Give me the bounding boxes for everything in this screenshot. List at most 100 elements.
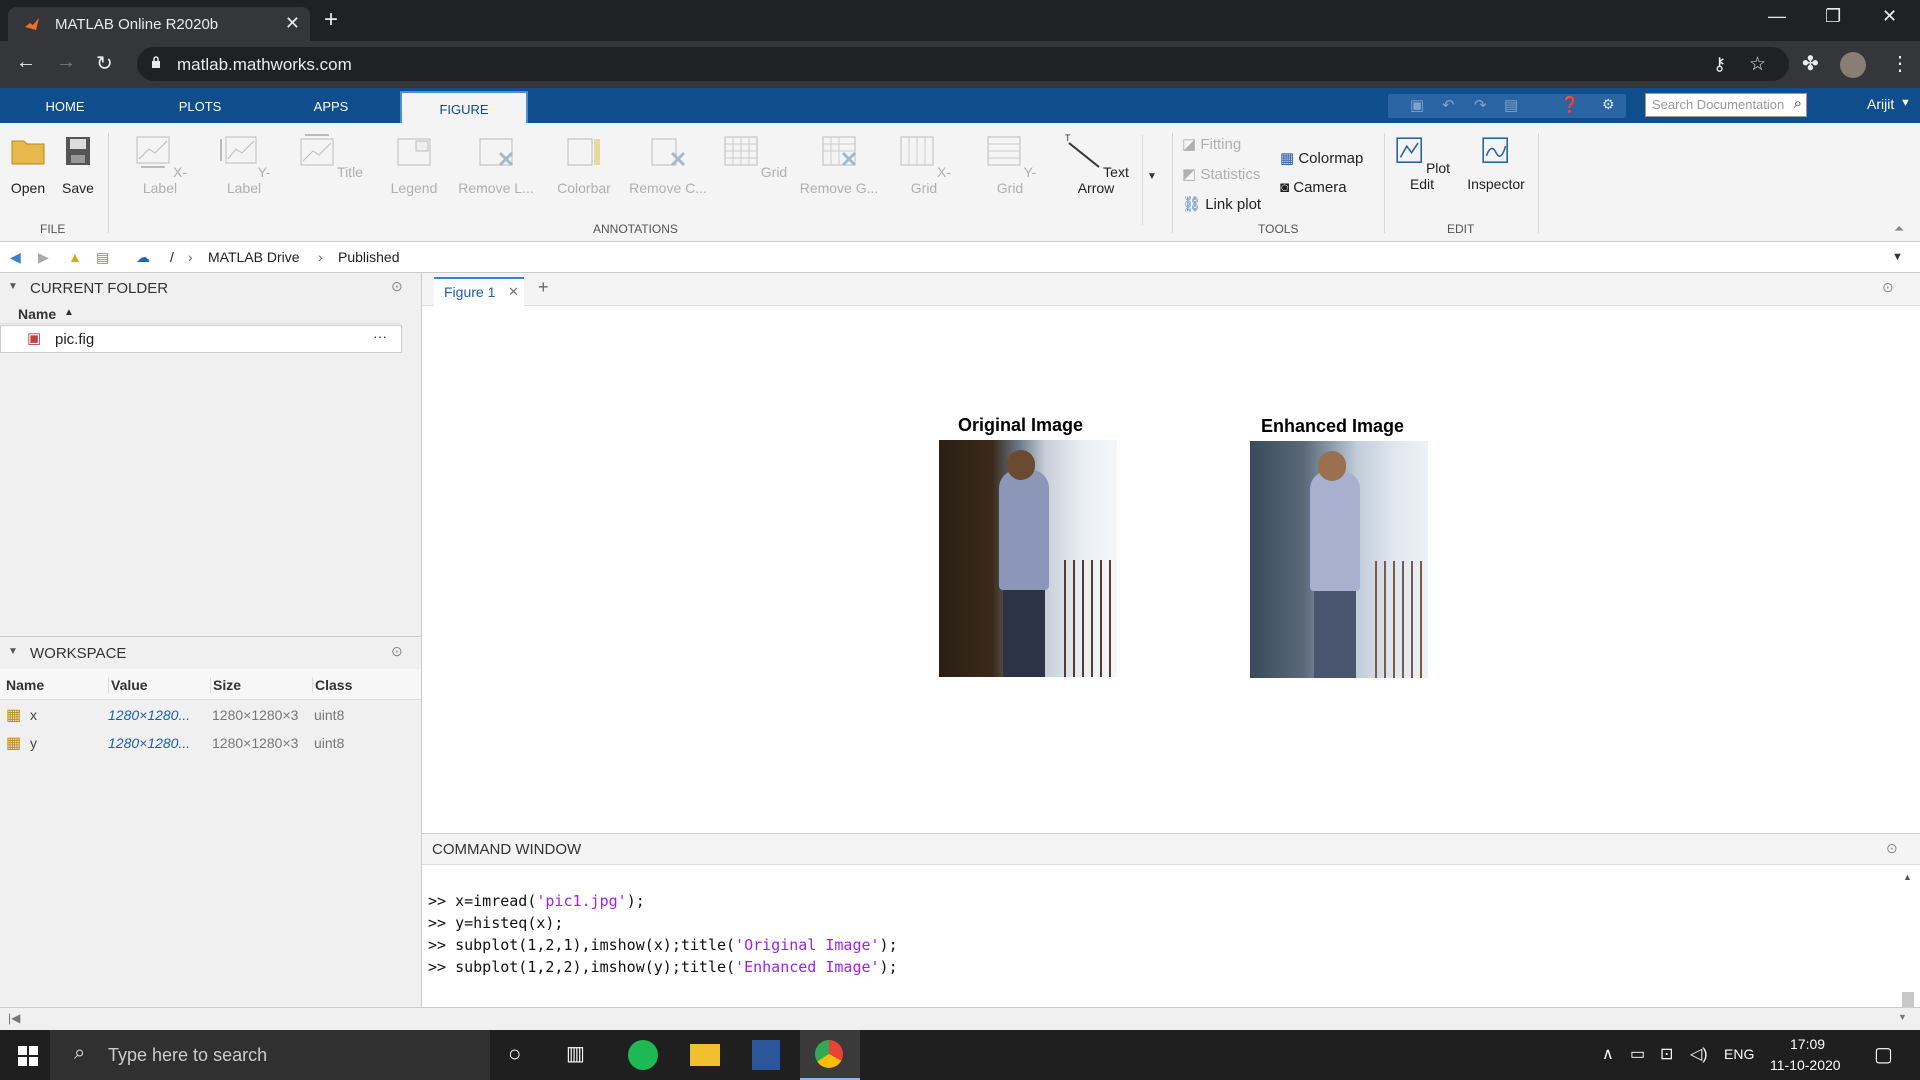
chrome-menu-icon[interactable]: ⋮ [1890, 51, 1910, 76]
chevron-down-icon[interactable]: ▼ [1900, 97, 1911, 109]
path-crumb-matlab-drive[interactable]: MATLAB Drive [208, 249, 300, 265]
panel-divider[interactable] [0, 636, 421, 637]
y-grid-button[interactable]: Y-Grid [974, 131, 1046, 196]
colormap-button[interactable]: ▦ Colormap [1280, 149, 1363, 167]
layout-icon[interactable]: ▤ [1504, 96, 1518, 114]
remove-colorbar-button[interactable]: Remove C... [626, 131, 710, 196]
tab-apps[interactable]: APPS [286, 88, 376, 123]
column-size[interactable]: Size [210, 677, 241, 693]
command-output[interactable]: >> x=imread('pic1.jpg'); >> y=histeq(x);… [428, 892, 1888, 1012]
save-button[interactable]: Save [56, 131, 100, 196]
browse-folder-icon[interactable]: ▤ [96, 249, 109, 266]
chrome-taskbar-button[interactable] [800, 1030, 860, 1080]
add-figure-button[interactable]: + [538, 277, 549, 298]
clock-time[interactable]: 17:09 [1790, 1036, 1825, 1052]
word-icon[interactable] [752, 1040, 780, 1070]
panel-menu-icon[interactable]: ⊙ [391, 278, 403, 295]
camera-button[interactable]: ◙ Camera [1280, 179, 1347, 196]
workspace-header[interactable]: ▼ WORKSPACE ⊙ [0, 638, 421, 668]
more-actions-icon[interactable]: ··· [373, 328, 387, 344]
column-class[interactable]: Class [312, 677, 352, 693]
path-dropdown-icon[interactable]: ▼ [1892, 251, 1903, 263]
panel-menu-icon[interactable]: ⊙ [391, 643, 403, 660]
forward-arrow-icon[interactable]: ▶ [38, 249, 49, 266]
cortana-icon[interactable]: ○ [508, 1041, 521, 1067]
chevron-up-icon[interactable]: ∧ [1602, 1044, 1614, 1064]
help-icon[interactable]: ❓ [1560, 95, 1580, 115]
settings-icon[interactable]: ⚙ [1602, 96, 1615, 113]
column-value[interactable]: Value [108, 677, 148, 693]
close-tab-icon[interactable]: ✕ [285, 13, 300, 34]
scroll-down-icon[interactable]: ▼ [1898, 1012, 1907, 1022]
close-icon[interactable]: ✕ [508, 284, 519, 300]
column-name[interactable]: Name [18, 306, 56, 322]
remove-grid-button[interactable]: Remove G... [796, 131, 882, 196]
spotify-icon[interactable] [628, 1040, 658, 1070]
collapse-triangle-icon[interactable]: ▼ [8, 646, 18, 657]
tab-plots[interactable]: PLOTS [155, 88, 245, 123]
path-crumb-published[interactable]: Published [338, 249, 400, 265]
column-name[interactable]: Name [6, 677, 44, 693]
bookmark-star-icon[interactable]: ☆ [1749, 53, 1766, 76]
legend-button[interactable]: Legend [378, 131, 450, 196]
save-icon[interactable]: ▣ [1410, 96, 1424, 114]
close-window-button[interactable]: ✕ [1882, 6, 1897, 27]
remove-legend-button[interactable]: Remove L... [456, 131, 536, 196]
text-arrow-button[interactable]: T Text Arrow [1054, 131, 1138, 196]
task-view-icon[interactable]: ▥ [566, 1041, 585, 1066]
inspector-button[interactable]: Inspector [1462, 135, 1530, 192]
scroll-up-icon[interactable]: ▲ [1903, 872, 1912, 882]
battery-icon[interactable]: ▭ [1630, 1044, 1645, 1064]
x-label-button[interactable]: X-Label [124, 131, 196, 196]
folder-column-header[interactable]: Name ▲ [0, 303, 400, 324]
back-arrow-icon[interactable]: ◀ [10, 249, 21, 266]
windows-start-icon[interactable] [18, 1046, 38, 1066]
user-menu[interactable]: Arijit [1867, 96, 1894, 112]
path-root[interactable]: / [170, 249, 174, 265]
panel-menu-icon[interactable]: ⊙ [1882, 279, 1894, 296]
fitting-button[interactable]: ◪ Fitting [1182, 135, 1241, 153]
undo-icon[interactable]: ↶ [1442, 96, 1455, 114]
address-bar[interactable]: matlab.mathworks.com ⚷ ☆ [137, 47, 1789, 81]
search-documentation-input[interactable]: Search Documentation ⌕ [1645, 93, 1807, 117]
tab-figure[interactable]: FIGURE [400, 91, 528, 123]
forward-icon[interactable]: → [56, 51, 76, 74]
cloud-drive-icon[interactable]: ☁ [136, 249, 150, 266]
back-icon[interactable]: ← [16, 51, 36, 74]
volume-icon[interactable]: ◁) [1690, 1044, 1708, 1064]
y-label-button[interactable]: Y-Label [208, 131, 280, 196]
extensions-icon[interactable]: ✤ [1802, 51, 1819, 76]
clock-date[interactable]: 11-10-2020 [1770, 1057, 1841, 1073]
gallery-expand-button[interactable]: ▼ [1142, 135, 1161, 225]
tab-home[interactable]: HOME [20, 88, 110, 123]
profile-avatar[interactable] [1840, 52, 1866, 78]
file-explorer-icon[interactable] [690, 1044, 720, 1066]
reload-icon[interactable]: ↻ [96, 51, 113, 76]
tab-figure-1[interactable]: Figure 1 ✕ [434, 277, 524, 307]
notifications-icon[interactable]: ▢ [1874, 1042, 1893, 1067]
search-icon[interactable]: ⌕ [1794, 95, 1802, 112]
current-folder-header[interactable]: ▼ CURRENT FOLDER ⊙ [0, 273, 421, 303]
new-tab-button[interactable]: + [324, 6, 338, 34]
colorbar-button[interactable]: Colorbar [548, 131, 620, 196]
collapse-toolstrip-icon[interactable]: ⏶ [1894, 221, 1904, 237]
panel-menu-icon[interactable]: ⊙ [1886, 840, 1898, 857]
language-indicator[interactable]: ENG [1724, 1046, 1754, 1062]
statistics-button[interactable]: ◩ Statistics [1182, 165, 1260, 183]
table-row[interactable]: ▦ y 1280×1280... 1280×1280×3 uint8 [0, 731, 421, 755]
table-row[interactable]: ▦ x 1280×1280... 1280×1280×3 uint8 [0, 703, 421, 727]
x-grid-button[interactable]: X-Grid [888, 131, 960, 196]
browser-tab[interactable]: MATLAB Online R2020b ✕ [8, 7, 310, 41]
status-collapse-icon[interactable]: |◀ [8, 1011, 20, 1025]
grid-button[interactable]: Grid [718, 131, 790, 180]
minimize-button[interactable]: — [1768, 6, 1786, 27]
title-button[interactable]: Title [294, 131, 366, 180]
network-icon[interactable]: ⊡ [1660, 1044, 1673, 1064]
up-folder-icon[interactable]: ▲ [68, 249, 82, 265]
key-icon[interactable]: ⚷ [1713, 54, 1726, 75]
list-item[interactable]: ▣ pic.fig ··· [0, 325, 402, 353]
open-button[interactable]: Open [6, 131, 50, 196]
collapse-triangle-icon[interactable]: ▼ [8, 281, 18, 292]
plot-edit-button[interactable]: Plot Edit [1392, 135, 1452, 192]
taskbar-search-box[interactable]: ⌕ Type here to search [50, 1030, 490, 1080]
